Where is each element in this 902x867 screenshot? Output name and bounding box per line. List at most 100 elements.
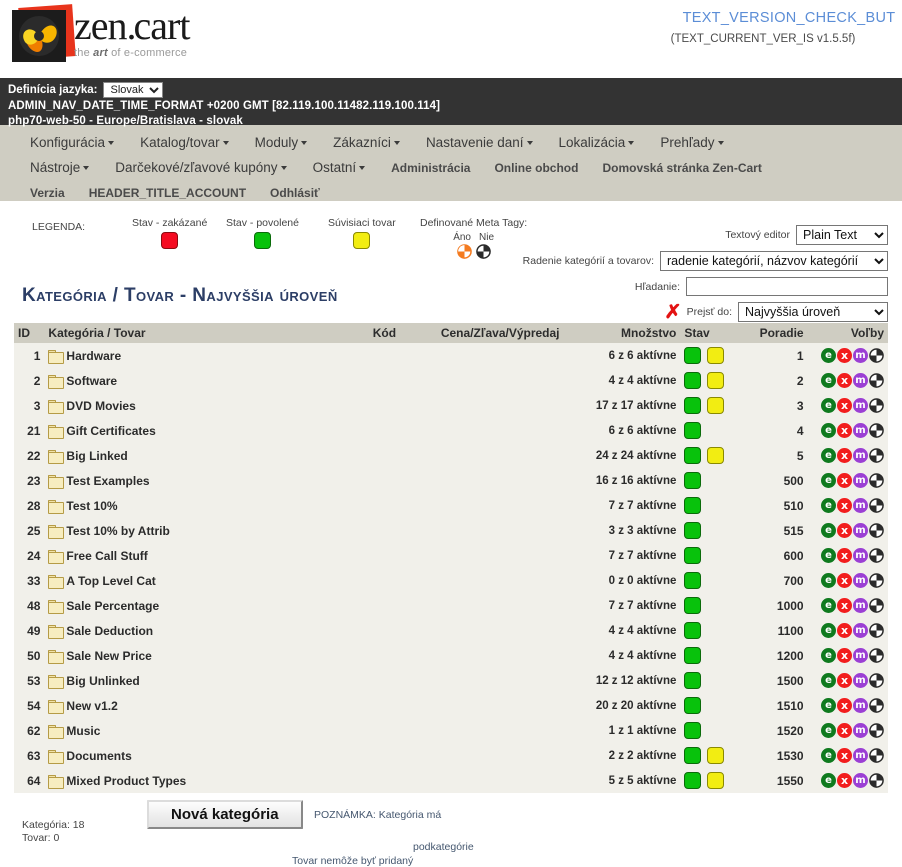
sort-order-select[interactable]: radenie kategórií, názvov kategórií xyxy=(660,251,888,271)
table-row[interactable]: 50 Sale New Price 4 z 4 aktívne 1200 e x m xyxy=(14,643,888,668)
status-enabled-icon[interactable] xyxy=(684,347,702,364)
edit-icon[interactable]: e xyxy=(821,598,836,613)
edit-icon[interactable]: e xyxy=(821,448,836,463)
linked-product-icon[interactable] xyxy=(707,347,725,364)
move-icon[interactable]: m xyxy=(853,598,868,613)
table-row[interactable]: 63 Documents 2 z 2 aktívne 1530 e x m xyxy=(14,743,888,768)
meta-tags-icon[interactable] xyxy=(869,448,884,463)
category-link[interactable]: Software xyxy=(66,374,117,388)
edit-icon[interactable]: e xyxy=(821,498,836,513)
table-row[interactable]: 21 Gift Certificates 6 z 6 aktívne 4 e x m xyxy=(14,418,888,443)
category-link[interactable]: Hardware xyxy=(66,349,121,363)
table-row[interactable]: 49 Sale Deduction 4 z 4 aktívne 1100 e x m xyxy=(14,618,888,643)
nav-item-nastavenie-dani[interactable]: Nastavenie daní xyxy=(426,135,533,150)
th-code[interactable]: Kód xyxy=(328,323,401,343)
status-enabled-icon[interactable] xyxy=(684,672,702,689)
table-row[interactable]: 2 Software 4 z 4 aktívne 2 e x m xyxy=(14,368,888,393)
meta-tags-icon[interactable] xyxy=(869,698,884,713)
delete-icon[interactable]: x xyxy=(837,698,852,713)
meta-tags-icon[interactable] xyxy=(869,573,884,588)
linked-product-icon[interactable] xyxy=(707,447,725,464)
status-enabled-icon[interactable] xyxy=(684,622,702,639)
meta-tags-icon[interactable] xyxy=(869,498,884,513)
meta-tags-icon[interactable] xyxy=(869,523,884,538)
category-link[interactable]: Test Examples xyxy=(66,474,149,488)
status-enabled-icon[interactable] xyxy=(684,372,702,389)
delete-icon[interactable]: x xyxy=(837,423,852,438)
delete-icon[interactable]: x xyxy=(837,523,852,538)
edit-icon[interactable]: e xyxy=(821,548,836,563)
move-icon[interactable]: m xyxy=(853,698,868,713)
table-row[interactable]: 23 Test Examples 16 z 16 aktívne 500 e x m xyxy=(14,468,888,493)
jump-to-select[interactable]: Najvyššia úroveň xyxy=(738,302,888,322)
move-icon[interactable]: m xyxy=(853,573,868,588)
delete-icon[interactable]: x xyxy=(837,473,852,488)
category-link[interactable]: Documents xyxy=(66,749,131,763)
edit-icon[interactable]: e xyxy=(821,648,836,663)
move-icon[interactable]: m xyxy=(853,498,868,513)
nav-item-konfiguracia[interactable]: Konfigurácia xyxy=(30,135,115,150)
move-icon[interactable]: m xyxy=(853,473,868,488)
category-link[interactable]: Test 10% by Attrib xyxy=(66,524,169,538)
delete-icon[interactable]: x xyxy=(837,623,852,638)
nav-item-katalog-tovar[interactable]: Katalog/tovar xyxy=(140,135,229,150)
language-select[interactable]: Slovak xyxy=(103,82,164,98)
table-row[interactable]: 54 New v1.2 20 z 20 aktívne 1510 e x m xyxy=(14,693,888,718)
linked-product-icon[interactable] xyxy=(707,747,725,764)
nav-item-zakaznici[interactable]: Zákazníci xyxy=(333,135,400,150)
delete-icon[interactable]: x xyxy=(837,748,852,763)
delete-icon[interactable]: x xyxy=(837,398,852,413)
meta-tags-icon[interactable] xyxy=(869,748,884,763)
move-icon[interactable]: m xyxy=(853,398,868,413)
nav-item-administracia[interactable]: Administrácia xyxy=(391,161,470,175)
edit-icon[interactable]: e xyxy=(821,723,836,738)
edit-icon[interactable]: e xyxy=(821,773,836,788)
edit-icon[interactable]: e xyxy=(821,748,836,763)
edit-icon[interactable]: e xyxy=(821,398,836,413)
table-row[interactable]: 3 DVD Movies 17 z 17 aktívne 3 e x m xyxy=(14,393,888,418)
text-editor-select[interactable]: Plain Text xyxy=(796,225,888,245)
status-enabled-icon[interactable] xyxy=(684,572,702,589)
nav-item-lokalizacia[interactable]: Lokalizácia xyxy=(559,135,635,150)
reset-x-icon[interactable]: ✗ xyxy=(664,303,682,322)
meta-tags-icon[interactable] xyxy=(869,398,884,413)
nav-item-kupony[interactable]: Darčekové/zľavové kupóny xyxy=(115,160,287,175)
delete-icon[interactable]: x xyxy=(837,723,852,738)
category-link[interactable]: Gift Certificates xyxy=(66,424,155,438)
move-icon[interactable]: m xyxy=(853,423,868,438)
category-link[interactable]: DVD Movies xyxy=(66,399,135,413)
edit-icon[interactable]: e xyxy=(821,373,836,388)
table-row[interactable]: 64 Mixed Product Types 5 z 5 aktívne 1550 e x… xyxy=(14,768,888,793)
table-row[interactable]: 33 A Top Level Cat 0 z 0 aktívne 700 e x m xyxy=(14,568,888,593)
category-link[interactable]: Sale Percentage xyxy=(66,599,159,613)
status-enabled-icon[interactable] xyxy=(684,447,702,464)
delete-icon[interactable]: x xyxy=(837,648,852,663)
nav-item-ostatni[interactable]: Ostatní xyxy=(313,160,366,175)
edit-icon[interactable]: e xyxy=(821,473,836,488)
move-icon[interactable]: m xyxy=(853,548,868,563)
status-enabled-icon[interactable] xyxy=(684,647,702,664)
zen-cart-logo[interactable]: zen.cart the art of e-commerce xyxy=(8,2,308,68)
category-link[interactable]: Free Call Stuff xyxy=(66,549,147,563)
edit-icon[interactable]: e xyxy=(821,423,836,438)
table-row[interactable]: 24 Free Call Stuff 7 z 7 aktívne 600 e x m xyxy=(14,543,888,568)
meta-tags-icon[interactable] xyxy=(869,773,884,788)
move-icon[interactable]: m xyxy=(853,773,868,788)
table-row[interactable]: 48 Sale Percentage 7 z 7 aktívne 1000 e x m xyxy=(14,593,888,618)
table-row[interactable]: 53 Big Unlinked 12 z 12 aktívne 1500 e x m xyxy=(14,668,888,693)
category-link[interactable]: Big Unlinked xyxy=(66,674,139,688)
status-enabled-icon[interactable] xyxy=(684,397,702,414)
delete-icon[interactable]: x xyxy=(837,548,852,563)
delete-icon[interactable]: x xyxy=(837,598,852,613)
move-icon[interactable]: m xyxy=(853,748,868,763)
table-row[interactable]: 62 Music 1 z 1 aktívne 1520 e x m xyxy=(14,718,888,743)
status-enabled-icon[interactable] xyxy=(684,547,702,564)
edit-icon[interactable]: e xyxy=(821,348,836,363)
nav-item-nastroje[interactable]: Nástroje xyxy=(30,160,90,175)
move-icon[interactable]: m xyxy=(853,348,868,363)
edit-icon[interactable]: e xyxy=(821,523,836,538)
th-id[interactable]: ID xyxy=(14,323,45,343)
status-enabled-icon[interactable] xyxy=(684,747,702,764)
status-enabled-icon[interactable] xyxy=(684,697,702,714)
category-link[interactable]: Big Linked xyxy=(66,449,127,463)
